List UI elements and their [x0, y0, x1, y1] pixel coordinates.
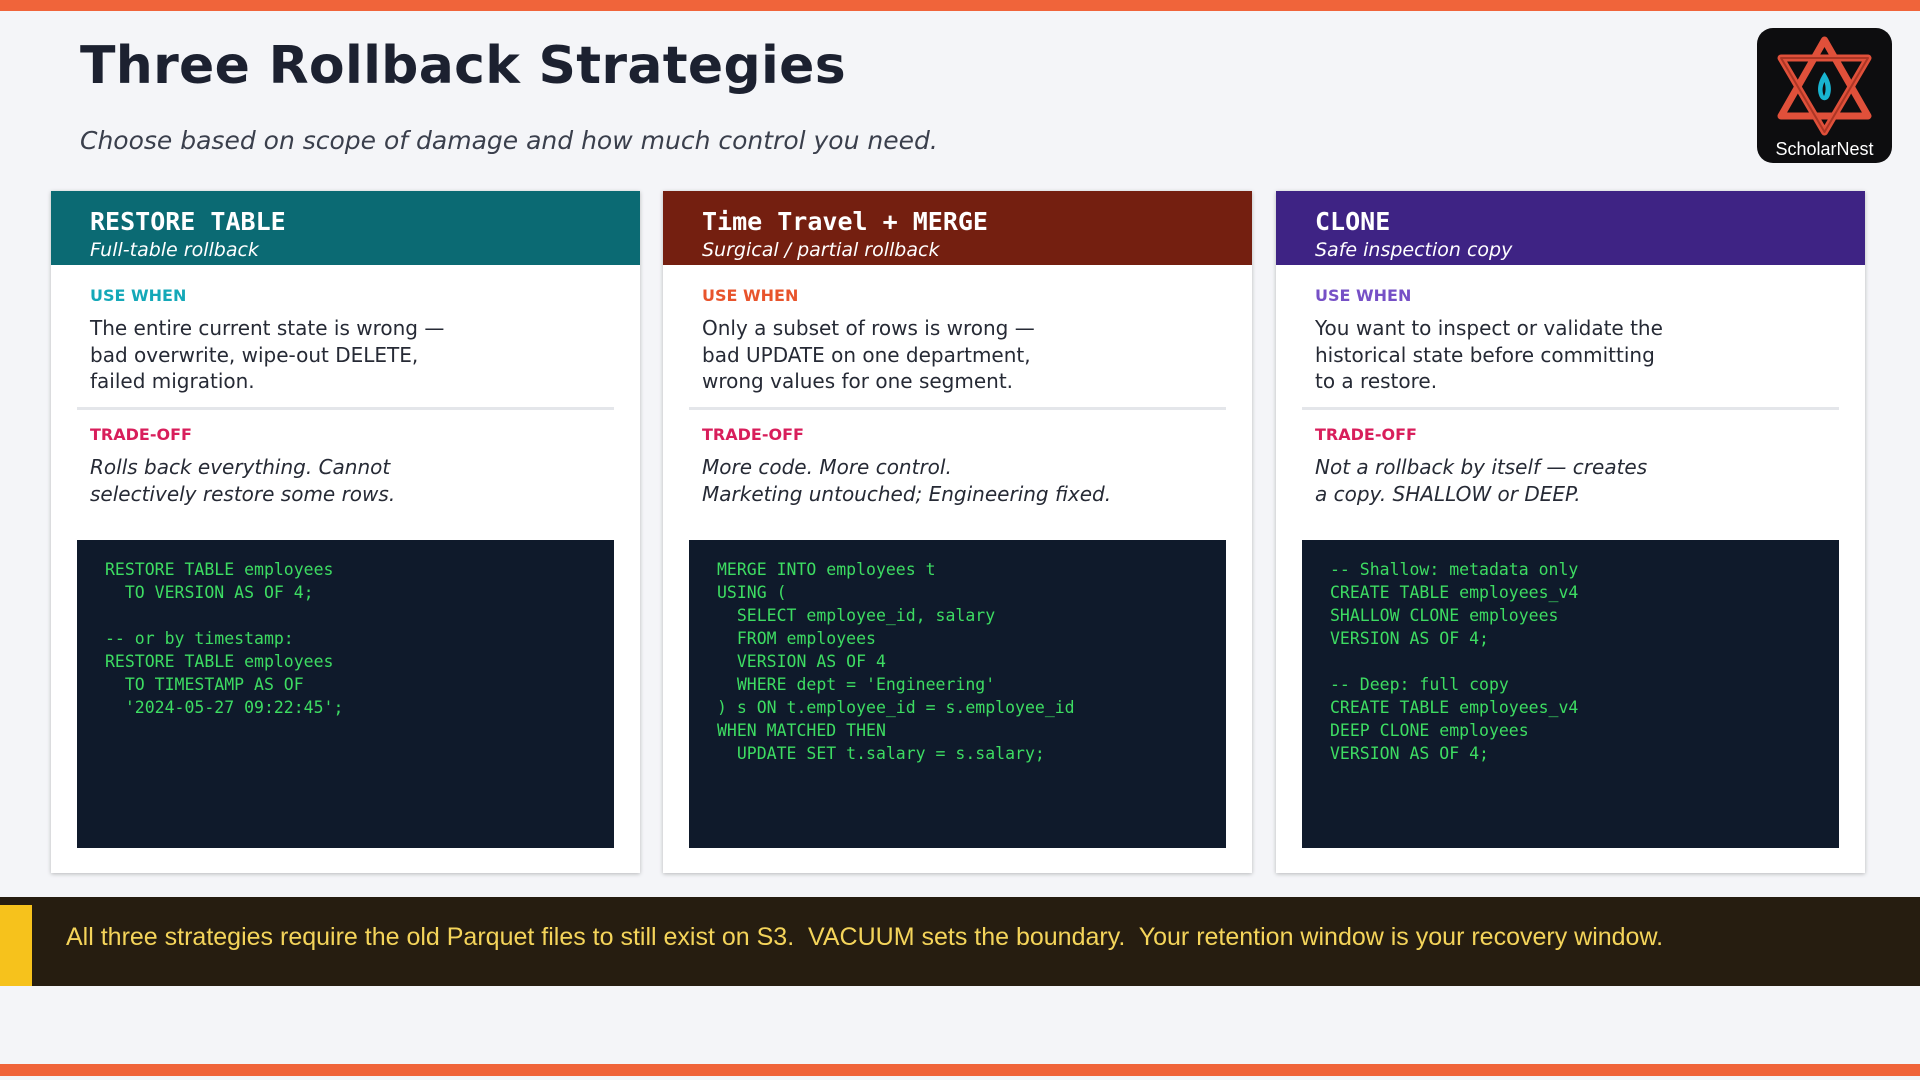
- section-divider: [1302, 407, 1839, 410]
- use-when-text: The entire current state is wrong — bad …: [90, 316, 445, 393]
- page-subtitle: Choose based on scope of damage and how …: [80, 126, 938, 155]
- use-when-text: Only a subset of rows is wrong — bad UPD…: [702, 316, 1035, 393]
- card-tagline: Surgical / partial rollback: [702, 239, 940, 261]
- clone-card: CLONE Safe inspection copy USE WHEN You …: [1276, 191, 1865, 873]
- trade-off-label: TRADE-OFF: [90, 425, 192, 444]
- bottom-accent-bar: [0, 1064, 1920, 1076]
- use-when-label: USE WHEN: [90, 286, 187, 305]
- star-of-david-icon: [1777, 36, 1872, 136]
- section-divider: [689, 407, 1226, 410]
- top-accent-bar: [0, 0, 1920, 11]
- use-when-label: USE WHEN: [1315, 286, 1412, 305]
- card-tagline: Safe inspection copy: [1315, 239, 1513, 261]
- restore-table-card: RESTORE TABLE Full-table rollback USE WH…: [51, 191, 640, 873]
- code-snippet: -- Shallow: metadata only CREATE TABLE e…: [1330, 560, 1579, 763]
- code-block: MERGE INTO employees t USING ( SELECT em…: [689, 540, 1226, 848]
- time-travel-merge-card: Time Travel + MERGE Surgical / partial r…: [663, 191, 1252, 873]
- card-header: CLONE Safe inspection copy: [1276, 191, 1865, 265]
- scholarnest-logo: ScholarNest: [1757, 28, 1892, 163]
- section-divider: [77, 407, 614, 410]
- trade-off-text: Rolls back everything. Cannot selectivel…: [90, 455, 396, 506]
- trade-off-label: TRADE-OFF: [1315, 425, 1417, 444]
- card-header: Time Travel + MERGE Surgical / partial r…: [663, 191, 1252, 265]
- trade-off-label: TRADE-OFF: [702, 425, 804, 444]
- trade-off-text: Not a rollback by itself — creates a cop…: [1315, 455, 1648, 506]
- card-title: CLONE: [1315, 207, 1391, 236]
- banner-text: All three strategies require the old Par…: [66, 923, 1664, 951]
- code-snippet: MERGE INTO employees t USING ( SELECT em…: [717, 560, 1075, 763]
- banner-accent-bar: [0, 905, 32, 986]
- trade-off-text: More code. More control. Marketing untou…: [702, 455, 1112, 506]
- card-title: RESTORE TABLE: [90, 207, 286, 236]
- card-title: Time Travel + MERGE: [702, 207, 988, 236]
- code-snippet: RESTORE TABLE employees TO VERSION AS OF…: [105, 560, 344, 717]
- code-block: -- Shallow: metadata only CREATE TABLE e…: [1302, 540, 1839, 848]
- card-header: RESTORE TABLE Full-table rollback: [51, 191, 640, 265]
- logo-text: ScholarNest: [1775, 139, 1874, 159]
- use-when-text: You want to inspect or validate the hist…: [1315, 316, 1663, 393]
- code-block: RESTORE TABLE employees TO VERSION AS OF…: [77, 540, 614, 848]
- retention-banner: All three strategies require the old Par…: [0, 897, 1920, 986]
- use-when-label: USE WHEN: [702, 286, 799, 305]
- page-title: Three Rollback Strategies: [80, 36, 846, 96]
- card-tagline: Full-table rollback: [90, 239, 259, 261]
